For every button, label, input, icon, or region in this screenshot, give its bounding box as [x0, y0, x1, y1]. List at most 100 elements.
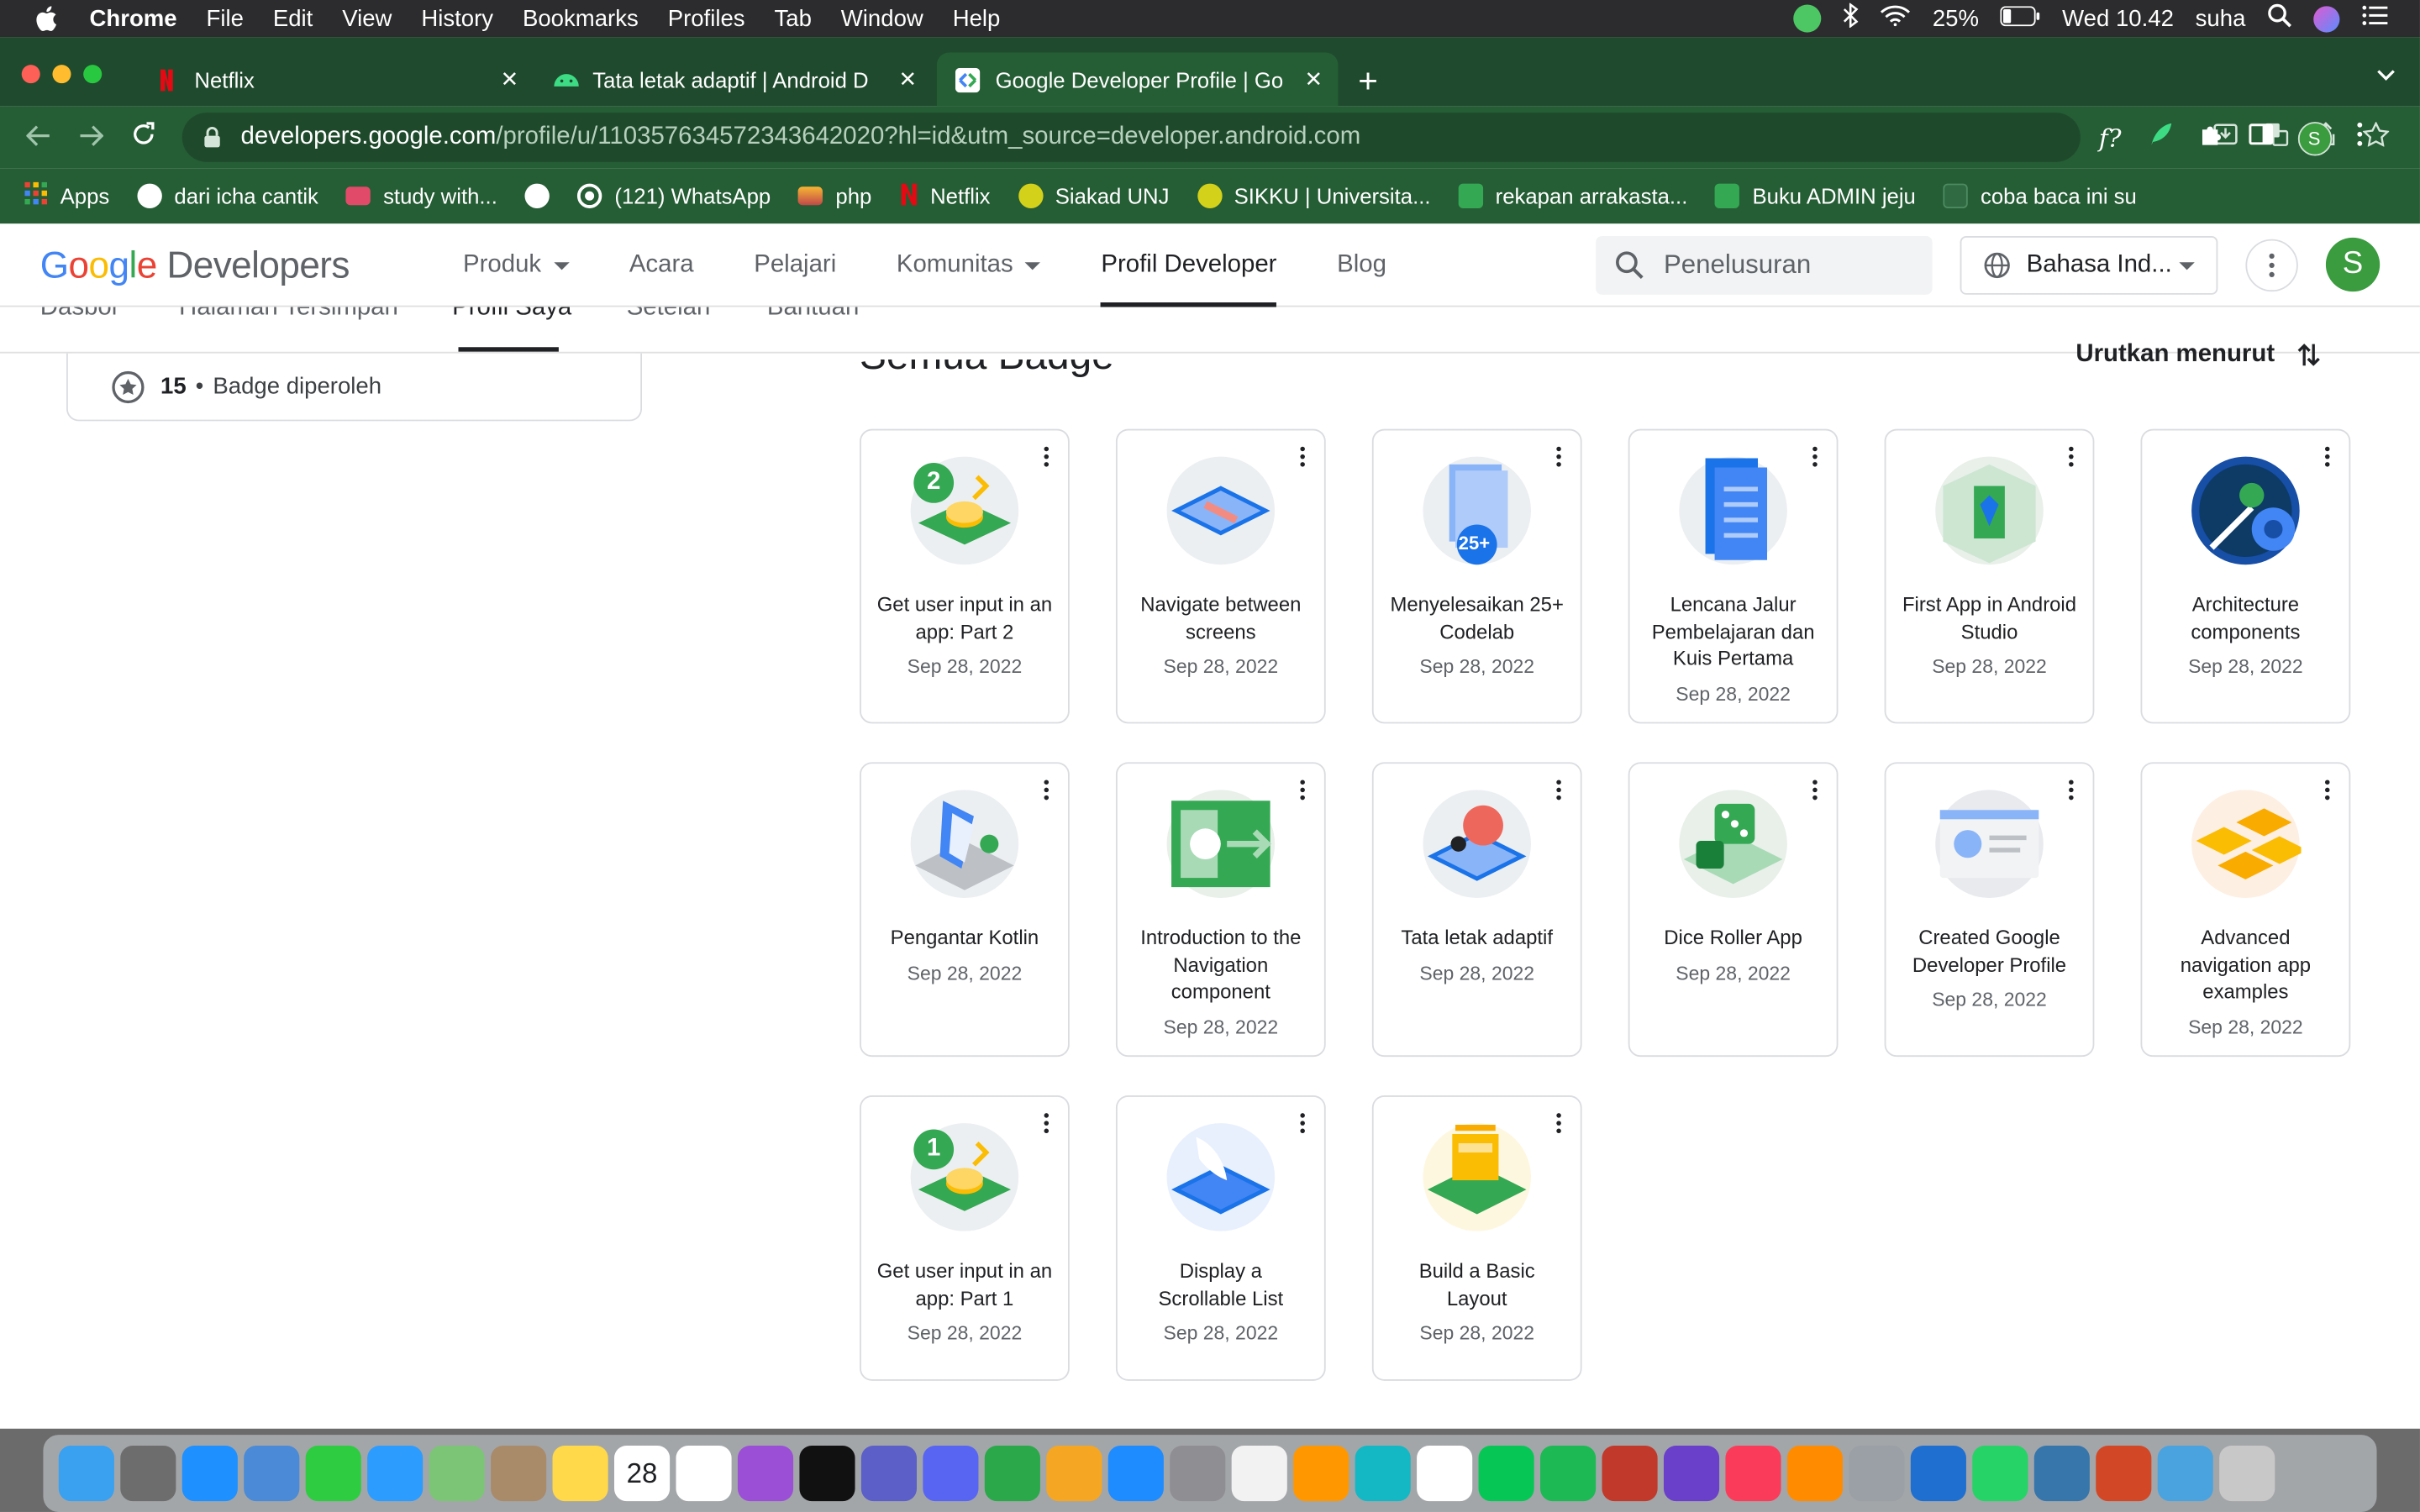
bookmark-study-with[interactable]: study with...: [345, 184, 497, 208]
menubar-user[interactable]: suha: [2196, 5, 2246, 31]
subnav-bantuan[interactable]: Bantuan: [767, 307, 859, 323]
tv-app-icon[interactable]: [799, 1445, 855, 1502]
whatsapp-app-icon[interactable]: [1972, 1445, 2028, 1502]
tab-netflix[interactable]: Netflix ✕: [136, 52, 534, 106]
bookmark-star-icon[interactable]: [2362, 121, 2391, 155]
badge-more-icon[interactable]: [1300, 446, 1306, 468]
badge-more-icon[interactable]: [1300, 780, 1306, 801]
badge-more-icon[interactable]: [2324, 446, 2330, 468]
podcasts-app-icon[interactable]: [737, 1445, 794, 1502]
formula-extension-icon[interactable]: f?: [2099, 123, 2122, 153]
sublime-app-icon[interactable]: [1293, 1445, 1349, 1502]
messages-app-icon[interactable]: [367, 1445, 424, 1502]
bookmark-netflix[interactable]: Netflix: [899, 181, 991, 211]
photobooth-app-icon[interactable]: [1602, 1445, 1658, 1502]
numbers-app-icon[interactable]: [984, 1445, 1040, 1502]
preview-app-icon[interactable]: [244, 1445, 300, 1502]
badge-card[interactable]: Dice Roller App Sep 28, 2022: [1628, 762, 1839, 1058]
menu-bookmarks[interactable]: Bookmarks: [523, 5, 639, 31]
badge-more-icon[interactable]: [1812, 446, 1818, 468]
address-bar[interactable]: developers.google.com/profile/u/11035763…: [182, 113, 2081, 162]
bookmark-apps[interactable]: Apps: [24, 181, 109, 210]
badge-more-icon[interactable]: [1555, 1112, 1561, 1134]
notes-app-icon[interactable]: [552, 1445, 608, 1502]
nav-komunitas[interactable]: Komunitas: [897, 223, 1041, 307]
new-tab-button[interactable]: +: [1358, 61, 1378, 102]
chrome-menu-icon[interactable]: [2356, 122, 2362, 155]
close-tab-icon[interactable]: ✕: [1304, 66, 1323, 92]
profile-avatar-small[interactable]: S: [2296, 121, 2332, 155]
trash-app-icon[interactable]: [2219, 1445, 2275, 1502]
bluetooth-icon[interactable]: [1843, 2, 1859, 34]
badge-card[interactable]: Created Google Developer Profile Sep 28, …: [1884, 762, 2095, 1058]
lock-icon[interactable]: [203, 127, 222, 149]
nav-blog[interactable]: Blog: [1337, 223, 1386, 307]
bookmark-dari-icha[interactable]: dari icha cantik: [137, 183, 318, 208]
menu-history[interactable]: History: [421, 5, 493, 31]
bookmark-php[interactable]: php: [798, 184, 871, 208]
subnav-setelan[interactable]: Setelan: [627, 307, 711, 323]
safari-app-icon[interactable]: [182, 1445, 238, 1502]
bookmark-whatsapp[interactable]: (121) WhatsApp: [577, 183, 771, 208]
badge-more-icon[interactable]: [1044, 780, 1050, 801]
badge-more-icon[interactable]: [1300, 1112, 1306, 1134]
badge-more-icon[interactable]: [1812, 780, 1818, 801]
photos-app-icon[interactable]: [1231, 1445, 1287, 1502]
leaf-extension-icon[interactable]: [2146, 120, 2174, 155]
subnav-dasbor[interactable]: Dasbor: [40, 307, 120, 323]
badge-more-icon[interactable]: [1555, 446, 1561, 468]
chrome-app-icon[interactable]: [1417, 1445, 1473, 1502]
badge-more-icon[interactable]: [2068, 780, 2074, 801]
nav-produk[interactable]: Produk: [463, 223, 570, 307]
nav-acara[interactable]: Acara: [629, 223, 694, 307]
badge-more-icon[interactable]: [1044, 446, 1050, 468]
spotlight-search-icon[interactable]: [2267, 3, 2291, 34]
forward-icon[interactable]: [65, 121, 117, 154]
settings-app-icon[interactable]: [1170, 1445, 1226, 1502]
battery-icon[interactable]: [2000, 5, 2041, 31]
books-app-icon[interactable]: [1786, 1445, 1844, 1502]
badge-card[interactable]: Pengantar Kotlin Sep 28, 2022: [860, 762, 1070, 1058]
python-app-icon[interactable]: [2033, 1445, 2090, 1502]
bookmark-globe[interactable]: [524, 183, 550, 208]
menu-window[interactable]: Window: [841, 5, 923, 31]
spotify-app-icon[interactable]: [1540, 1445, 1597, 1502]
subnav-profil-saya[interactable]: Profil Saya: [452, 307, 571, 323]
site-search-input[interactable]: Penelusuran: [1596, 236, 1933, 295]
pages-app-icon[interactable]: [1046, 1445, 1102, 1502]
badge-card[interactable]: Display a Scrollable List Sep 28, 2022: [1115, 1095, 1326, 1381]
badge-card[interactable]: Build a Basic Layout Sep 28, 2022: [1371, 1095, 1582, 1381]
badge-card[interactable]: Navigate between screens Sep 28, 2022: [1115, 428, 1326, 724]
discord-app-icon[interactable]: [923, 1445, 979, 1502]
finder-app-icon[interactable]: [58, 1445, 114, 1502]
apple-icon[interactable]: [34, 5, 61, 33]
reload-icon[interactable]: [118, 121, 170, 154]
folder-app-icon[interactable]: [2157, 1445, 2213, 1502]
menubar-clock[interactable]: Wed 10.42: [2062, 5, 2174, 31]
badge-more-icon[interactable]: [1044, 1112, 1050, 1134]
badge-more-icon[interactable]: [2068, 446, 2074, 468]
bookmark-coba-baca[interactable]: coba baca ini su: [1943, 183, 2137, 208]
bookmark-buku-admin[interactable]: Buku ADMIN jeju: [1715, 183, 1916, 208]
utilities-app-icon[interactable]: [1849, 1445, 1905, 1502]
badge-card[interactable]: Lencana Jalur Pembelajaran dan Kuis Pert…: [1628, 428, 1839, 724]
subnav-halaman-tersimpan[interactable]: Halaman Tersimpan: [179, 307, 398, 323]
badge-card[interactable]: 2 Get user input in an app: Part 2 Sep 28,…: [860, 428, 1070, 724]
badge-card[interactable]: Architecture components Sep 28, 2022: [2140, 428, 2351, 724]
tab-adaptive-layout[interactable]: Tata letak adaptif | Android D ✕: [537, 52, 932, 106]
nav-pelajari[interactable]: Pelajari: [754, 223, 836, 307]
app-store-app-icon[interactable]: [1107, 1445, 1164, 1502]
more-options-icon[interactable]: [2245, 239, 2298, 292]
user-avatar[interactable]: S: [2325, 237, 2381, 292]
nav-profil-developer[interactable]: Profil Developer: [1101, 223, 1276, 307]
control-center-icon[interactable]: [2361, 5, 2389, 33]
teams-app-icon[interactable]: [860, 1445, 917, 1502]
siri-icon[interactable]: [2313, 5, 2340, 32]
tab-developer-profile[interactable]: Google Developer Profile | Go ✕: [936, 52, 1339, 107]
wifi-icon[interactable]: [1880, 5, 1911, 33]
line-app-icon[interactable]: [1478, 1445, 1534, 1502]
menu-app-name[interactable]: Chrome: [90, 5, 177, 31]
badge-card[interactable]: Advanced navigation app examples Sep 28, …: [2140, 762, 2351, 1058]
close-tab-icon[interactable]: ✕: [898, 66, 917, 92]
language-select[interactable]: Bahasa Ind...: [1960, 236, 2218, 295]
